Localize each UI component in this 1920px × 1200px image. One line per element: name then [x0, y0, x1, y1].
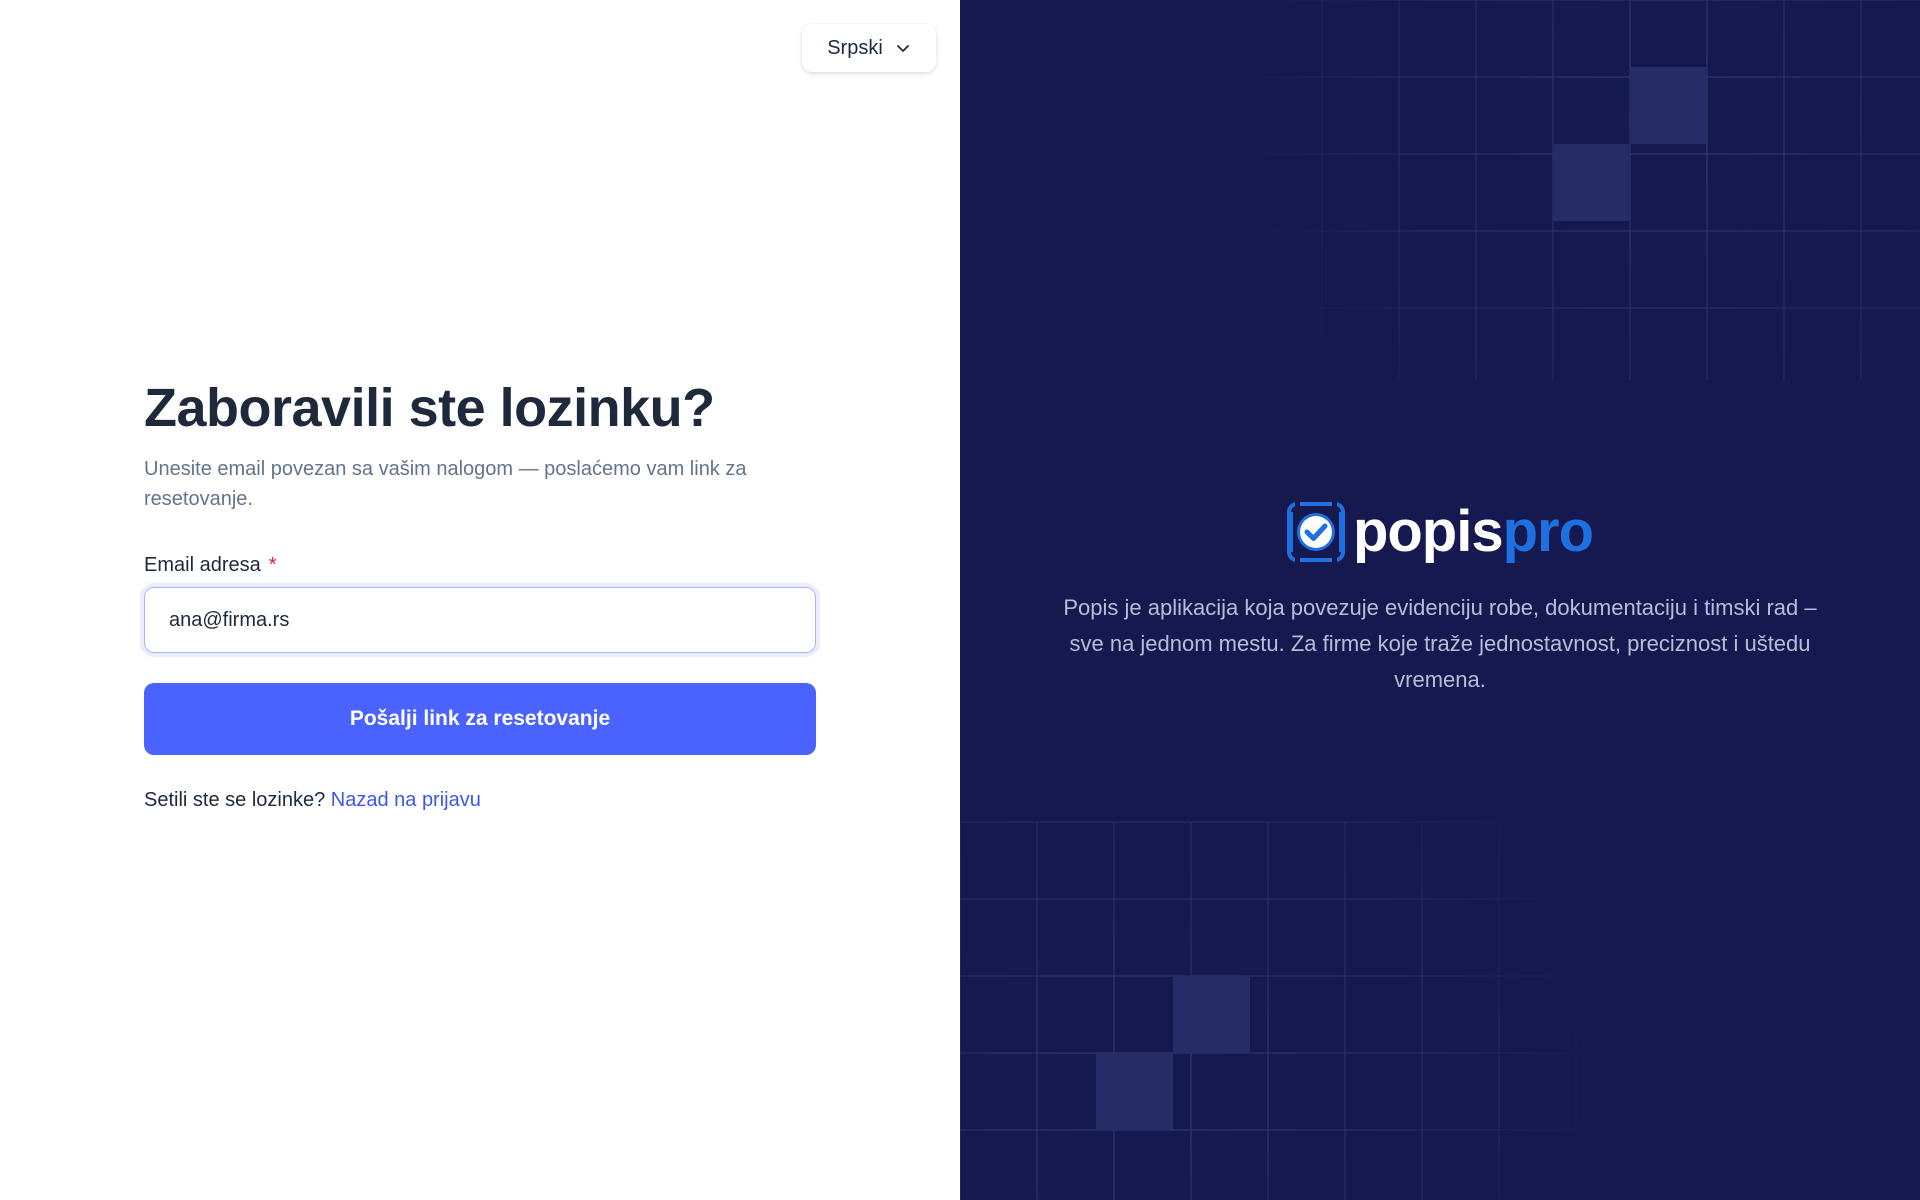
logo-text-pro: pro	[1502, 499, 1594, 564]
brand-panel: popispro Popis je aplikacija koja povezu…	[960, 0, 1920, 1200]
email-label: Email adresa	[144, 554, 261, 576]
page-subtitle: Unesite email povezan sa vašim nalogom —…	[144, 458, 747, 510]
brand-tagline: Popis je aplikacija koja povezuje eviden…	[1063, 595, 1817, 692]
required-asterisk: *	[268, 554, 277, 576]
grid-tile	[1630, 67, 1707, 144]
grid-tile	[1096, 1053, 1173, 1130]
checkbox-check-icon	[1286, 502, 1345, 562]
logo-text-popis: popis	[1352, 499, 1504, 564]
page-title: Zaboravili ste lozinku?	[144, 378, 715, 438]
send-reset-link-button[interactable]: Pošalji link za resetovanje	[144, 683, 816, 755]
popispro-logo: popispro	[1286, 499, 1594, 564]
logo-wordmark: popispro	[1352, 499, 1594, 564]
email-input[interactable]	[144, 587, 816, 653]
back-prompt: Setili ste se lozinke?	[144, 789, 326, 811]
email-label-row: Email adresa *	[144, 554, 816, 577]
reset-form: Zaboravili ste lozinku? Unesite email po…	[144, 376, 816, 812]
form-panel: Srpski Zaboravili ste lozinku? Unesite e…	[0, 0, 960, 1200]
language-selected-label: Srpski	[827, 36, 883, 59]
grid-tile	[1553, 144, 1630, 221]
back-to-login-row: Setili ste se lozinke? Nazad na prijavu	[144, 789, 816, 812]
chevron-down-icon	[895, 40, 911, 56]
language-selector[interactable]: Srpski	[802, 24, 936, 72]
forgot-password-page: Srpski Zaboravili ste lozinku? Unesite e…	[0, 0, 1920, 1200]
grid-tile	[1173, 976, 1250, 1053]
brand-block: popispro Popis je aplikacija koja povezu…	[960, 500, 1920, 698]
back-to-login-link[interactable]: Nazad na prijavu	[331, 789, 481, 811]
